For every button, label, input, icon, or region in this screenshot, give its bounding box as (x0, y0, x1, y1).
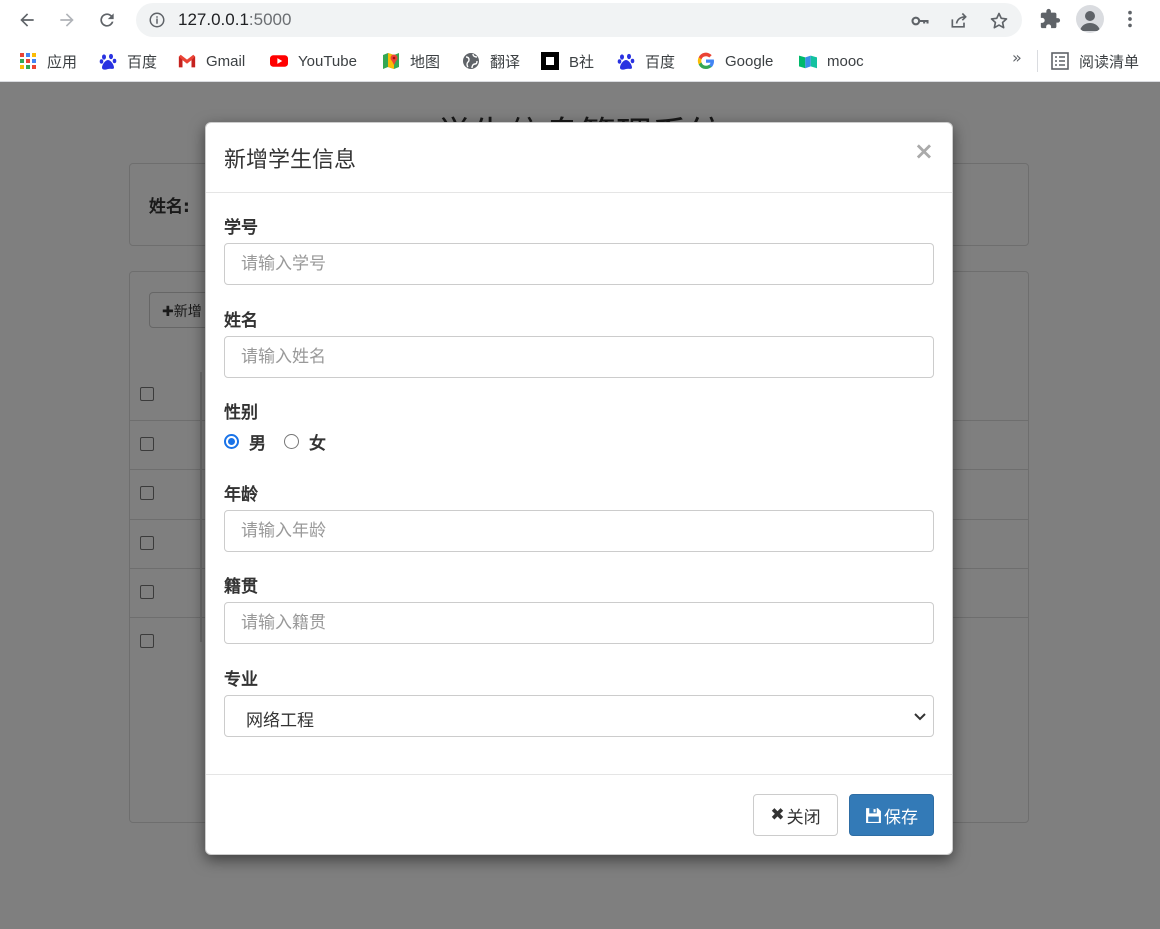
globe-icon (462, 52, 480, 70)
url-host: 127.0.0.1 (178, 10, 249, 29)
info-icon (149, 12, 165, 28)
major-select[interactable]: 网络工程 (224, 695, 934, 737)
bookmark-label: 翻译 (490, 53, 521, 71)
bookmark-baidu-2[interactable]: 百度 (617, 50, 675, 72)
bookmark-maps[interactable]: 地图 (382, 50, 440, 72)
maps-icon (382, 52, 400, 70)
reload-button[interactable] (93, 6, 121, 34)
share-icon[interactable] (949, 11, 969, 31)
youtube-icon (270, 52, 288, 70)
key-icon[interactable] (910, 11, 930, 31)
modal-title: 新增学生信息 (224, 148, 357, 173)
gender-male-label[interactable]: 男 (249, 429, 266, 454)
bookmark-label: 百度 (645, 53, 676, 71)
close-button[interactable]: ✖ 关闭 (753, 794, 838, 836)
name-label: 姓名 (224, 311, 258, 331)
address-bar[interactable]: 127.0.0.1:5000 (136, 3, 1022, 37)
gender-label: 性别 (224, 403, 258, 423)
student-id-input[interactable] (224, 243, 934, 285)
bookmark-apps[interactable]: 应用 (19, 50, 77, 72)
reading-list[interactable]: 阅读清单 (1051, 50, 1139, 72)
mooc-icon (799, 52, 817, 70)
modal-footer-divider (206, 774, 952, 775)
bookmark-label: Gmail (206, 52, 246, 70)
major-selected-value: 网络工程 (246, 711, 314, 731)
star-icon[interactable] (989, 11, 1009, 31)
browser-toolbar: 127.0.0.1:5000 (0, 0, 1160, 40)
bookmark-label: 百度 (127, 53, 158, 71)
bookmark-bshe[interactable]: B社 (541, 50, 594, 72)
extensions-puzzle-icon[interactable] (1039, 8, 1061, 30)
modal-header: 新增学生信息 × (206, 123, 952, 193)
apps-grid-icon (19, 52, 37, 70)
save-button-label: 保存 (884, 807, 918, 828)
age-label: 年龄 (224, 485, 258, 505)
google-g-icon (697, 52, 715, 70)
reading-list-icon (1051, 52, 1069, 70)
square-logo-icon (541, 52, 559, 70)
chevron-down-icon (914, 713, 926, 721)
bookmark-label: B社 (569, 53, 595, 71)
forward-button[interactable] (53, 6, 81, 34)
url-text: 127.0.0.1:5000 (178, 10, 291, 30)
gender-radio-group: 男 女 (224, 429, 326, 454)
url-port: :5000 (248, 10, 292, 29)
gmail-icon (178, 52, 196, 70)
gender-female-label[interactable]: 女 (309, 429, 326, 454)
age-input[interactable] (224, 510, 934, 552)
gender-female-radio[interactable] (284, 433, 299, 449)
bookmark-baidu[interactable]: 百度 (99, 50, 157, 72)
close-button-label: 关闭 (786, 807, 821, 828)
bookmark-label: mooc (827, 52, 864, 70)
bookmark-label: 地图 (410, 53, 441, 71)
arrow-left-icon (20, 13, 34, 27)
bookmark-gmail[interactable]: Gmail (178, 50, 245, 72)
close-icon[interactable]: × (914, 137, 934, 165)
bookmark-mooc[interactable]: mooc (799, 50, 864, 72)
floppy-disk-icon (866, 807, 881, 823)
bookmark-label: Google (725, 52, 774, 70)
reading-list-label: 阅读清单 (1079, 53, 1140, 71)
back-button[interactable] (13, 6, 41, 34)
bookmark-label: YouTube (298, 52, 357, 70)
baidu-paw-icon (617, 52, 635, 70)
bookmarks-overflow-button[interactable]: » (1012, 48, 1022, 67)
bookmark-youtube[interactable]: YouTube (270, 50, 357, 72)
bookmark-google[interactable]: Google (697, 50, 773, 72)
save-button[interactable]: 保存 (849, 794, 934, 836)
profile-avatar[interactable] (1076, 5, 1104, 33)
bookmarks-bar: 应用 百度 Gmail YouTube 地图 翻译 B社 百度 Google m… (0, 40, 1160, 82)
bookmarks-divider (1037, 50, 1038, 72)
add-student-modal: 新增学生信息 × 学号 姓名 性别 男 女 年龄 籍贯 专业 网络工程 ✖关闭 … (205, 122, 953, 855)
bookmark-label: 应用 (47, 53, 78, 71)
bookmark-translate[interactable]: 翻译 (462, 50, 520, 72)
major-label: 专业 (224, 670, 258, 690)
origin-input[interactable] (224, 602, 934, 644)
remove-x-icon: ✖ (770, 805, 785, 825)
reload-icon (100, 13, 114, 27)
baidu-paw-icon (99, 52, 117, 70)
arrow-right-icon (60, 13, 74, 27)
name-input[interactable] (224, 336, 934, 378)
gender-male-radio[interactable] (224, 433, 239, 449)
person-icon (1080, 11, 1100, 31)
menu-kebab-icon[interactable] (1119, 8, 1141, 30)
origin-label: 籍贯 (224, 577, 258, 597)
student-id-label: 学号 (224, 218, 258, 238)
